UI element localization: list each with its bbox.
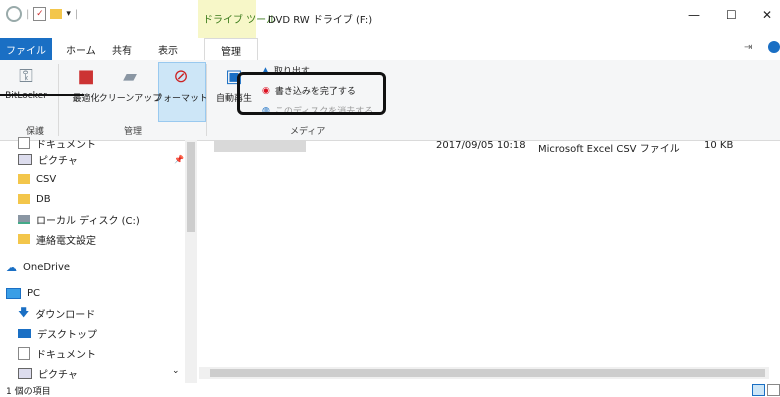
nav-item-folder[interactable]: 連絡電文設定 <box>18 230 96 248</box>
folder-icon <box>18 194 30 204</box>
nav-item-label: ドキュメント <box>36 139 96 151</box>
pictures-icon <box>18 367 32 379</box>
nav-item-label: ピクチャ <box>38 155 78 167</box>
context-tab-label: ドライブ ツール <box>203 15 277 26</box>
bitlocker-label: BitLocker <box>5 91 47 101</box>
documents-icon <box>18 137 30 149</box>
nav-item-db[interactable]: DB <box>18 190 51 208</box>
separator: | <box>26 8 30 20</box>
nav-item-documents[interactable]: ドキュメント <box>18 344 96 362</box>
format-button[interactable]: ⊘ フォーマット <box>154 64 209 106</box>
file-name-redacted[interactable] <box>214 140 306 152</box>
cleanup-label: クリーンアップ <box>98 94 162 104</box>
nav-item-downloads[interactable]: 🡇 ダウンロード <box>18 304 95 322</box>
optimize-label: 最適化 <box>72 94 100 104</box>
help-icon[interactable] <box>768 41 780 53</box>
tab-manage[interactable]: 管理 <box>204 38 258 61</box>
pc-icon <box>6 287 21 299</box>
download-icon: 🡇 <box>18 305 30 319</box>
optimize-icon: ■ <box>77 65 95 87</box>
properties-icon[interactable]: ✓ <box>33 7 47 21</box>
cleanup-button[interactable]: ▰ クリーンアップ <box>99 64 162 106</box>
pictures-icon <box>18 153 32 165</box>
nav-item-label: CSV <box>36 173 57 185</box>
nav-item-label: PC <box>27 287 41 299</box>
pin-icon: 📌 <box>174 154 184 164</box>
nav-item-label: デスクトップ <box>37 329 97 341</box>
format-icon: ⊘ <box>173 65 189 87</box>
separator: | <box>74 8 79 20</box>
maximize-button[interactable]: ☐ <box>726 8 737 22</box>
nav-item-onedrive[interactable]: ☁ OneDrive <box>6 258 70 276</box>
nav-item-pictures[interactable]: ピクチャ 📌 <box>18 150 184 168</box>
folder-icon <box>18 174 30 184</box>
cleanup-icon: ▰ <box>123 65 137 87</box>
title-bar <box>0 0 780 38</box>
bitlocker-button[interactable]: ⚿ BitLocker <box>2 64 50 106</box>
item-count: 1 個の項目 <box>6 387 51 397</box>
tab-share[interactable]: 共有 <box>112 42 132 57</box>
desktop-icon <box>18 328 31 338</box>
chevron-down-icon[interactable]: ⌄ <box>172 366 180 376</box>
file-type: Microsoft Excel CSV ファイル <box>538 144 680 155</box>
nav-item-local-disk-c[interactable]: ローカル ディスク (C:) <box>18 210 140 228</box>
close-button[interactable]: ✕ <box>762 8 772 22</box>
folder-icon <box>18 234 30 244</box>
nav-item-desktop[interactable]: デスクトップ <box>18 324 97 342</box>
drive-icon <box>18 214 30 224</box>
nav-item-pictures-2[interactable]: ピクチャ <box>18 364 78 382</box>
ribbon-group-divider <box>206 64 207 136</box>
pin-ribbon-icon[interactable]: ⇥ <box>744 42 752 53</box>
tab-file[interactable]: ファイル <box>0 38 52 60</box>
format-label: フォーマット <box>154 94 209 104</box>
file-size: 10 KB <box>704 140 734 151</box>
nav-item-label: ピクチャ <box>38 369 78 381</box>
nav-item-label: DB <box>36 193 51 205</box>
group-media-label: メディア <box>290 127 326 137</box>
documents-icon <box>18 346 30 360</box>
app-icon[interactable] <box>6 6 22 22</box>
nav-item-label: OneDrive <box>23 261 71 273</box>
callout-pointer-line <box>0 94 84 96</box>
file-date: 2017/09/05 10:18 <box>436 140 526 151</box>
onedrive-icon: ☁ <box>6 260 17 274</box>
tab-home[interactable]: ホーム <box>66 42 96 57</box>
group-manage-label: 管理 <box>124 127 143 137</box>
minimize-button[interactable]: — <box>688 8 700 22</box>
details-view-icon[interactable] <box>752 384 765 396</box>
callout-highlight-box <box>237 72 386 115</box>
new-folder-icon[interactable] <box>50 9 63 19</box>
nav-item-csv[interactable]: CSV <box>18 170 56 188</box>
nav-item-label: ダウンロード <box>35 309 96 321</box>
nav-item-label: ドキュメント <box>36 349 96 361</box>
tab-view[interactable]: 表示 <box>158 42 178 57</box>
nav-item-pc[interactable]: PC <box>6 284 40 302</box>
nav-scrollbar-thumb[interactable] <box>187 142 195 232</box>
ribbon-group-divider <box>58 64 59 136</box>
large-icons-view-icon[interactable] <box>767 384 780 396</box>
quick-access-toolbar: | ✓ ▾ | <box>6 6 78 22</box>
navigation-pane: ドキュメント ピクチャ 📌 CSV DB ローカル ディスク (C:) 連絡電文… <box>0 137 196 383</box>
window-title: DVD RW ドライブ (F:) <box>268 15 373 26</box>
nav-item-label: ローカル ディスク (C:) <box>36 215 140 227</box>
key-icon: ⚿ <box>19 65 33 87</box>
content-scrollbar-thumb[interactable] <box>210 369 765 377</box>
nav-item-label: 連絡電文設定 <box>36 235 96 247</box>
customize-qat-icon[interactable]: ▾ <box>66 9 71 19</box>
